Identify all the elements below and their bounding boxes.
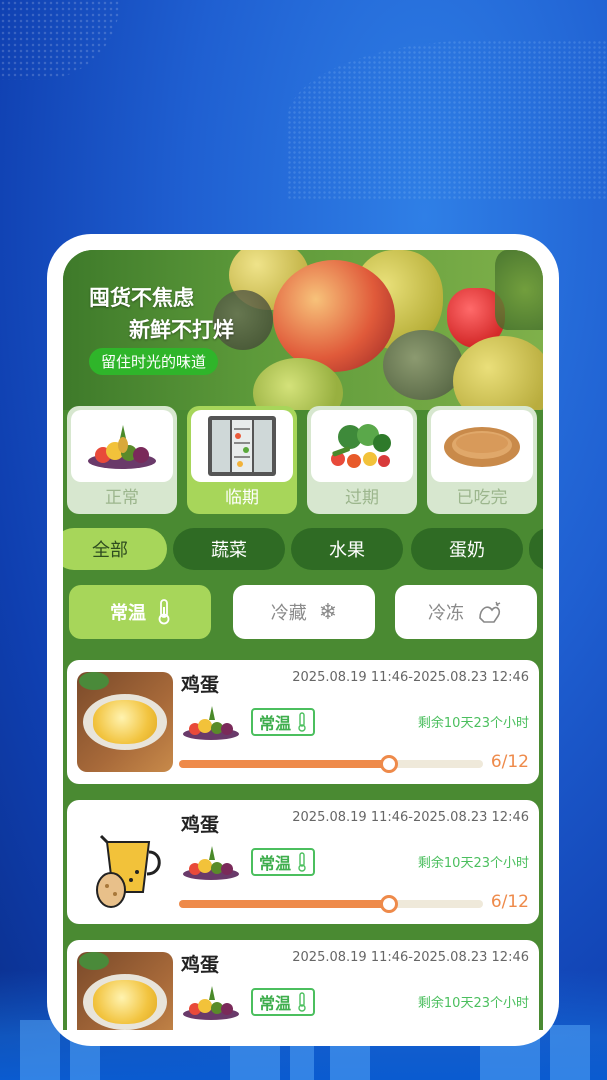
hero-title-line2: 新鲜不打烊 <box>129 318 234 342</box>
food-item-card[interactable]: 鸡蛋 2025.08.19 11:46-2025.08.23 12:46 常温 … <box>67 800 539 924</box>
temp-label: 冷冻 <box>428 603 464 624</box>
item-date-range: 2025.08.19 11:46-2025.08.23 12:46 <box>292 950 529 965</box>
freshness-progress[interactable] <box>179 895 483 913</box>
filter-fruits[interactable]: 水果 <box>291 528 403 570</box>
egg-dish-photo <box>77 952 173 1030</box>
item-date-range: 2025.08.19 11:46-2025.08.23 12:46 <box>292 670 529 685</box>
progress-fill <box>179 760 389 768</box>
filter-all[interactable]: 全部 <box>63 528 167 570</box>
filter-eggs-dairy[interactable]: 蛋奶 <box>411 528 523 570</box>
freeze-icon <box>479 601 501 623</box>
fruit-basket-icon <box>71 410 173 482</box>
thermometer-icon <box>298 712 306 732</box>
progress-fill <box>179 900 389 908</box>
category-label: 过期 <box>345 488 379 508</box>
progress-knob[interactable] <box>379 755 398 773</box>
milk-egg-icon <box>77 812 173 912</box>
hero-title-line1: 囤货不焦虑 <box>89 286 194 310</box>
pineapple-leaves-image <box>495 250 543 330</box>
item-name: 鸡蛋 <box>181 954 220 976</box>
status-categories: 正常 临期 过期 已吃完 <box>63 406 543 516</box>
category-expiring[interactable]: 临期 <box>187 406 297 514</box>
category-normal[interactable]: 正常 <box>67 406 177 514</box>
fruit-basket-icon <box>183 986 239 1020</box>
pear-image <box>453 336 543 410</box>
vegetables-icon <box>311 410 413 482</box>
thermometer-icon <box>158 599 170 625</box>
empty-plate-icon <box>431 410 533 482</box>
category-label: 临期 <box>225 488 259 508</box>
storage-label: 常温 <box>259 994 292 1013</box>
storage-badge: 常温 <box>251 848 316 876</box>
food-item-card[interactable]: 鸡蛋 2025.08.19 11:46-2025.08.23 12:46 常温 … <box>67 940 539 1030</box>
category-finished[interactable]: 已吃完 <box>427 406 537 514</box>
item-name: 鸡蛋 <box>181 674 220 696</box>
thermometer-icon <box>298 992 306 1012</box>
storage-label: 常温 <box>259 714 292 733</box>
category-label: 正常 <box>105 488 139 508</box>
food-item-card[interactable]: 鸡蛋 2025.08.19 11:46-2025.08.23 12:46 常温 … <box>67 660 539 784</box>
app-screen: 囤货不焦虑 新鲜不打烊 留住时光的味道 正常 临期 过期 已吃完 全部 蔬菜 水… <box>63 250 543 1030</box>
filter-more[interactable] <box>529 528 543 570</box>
thermometer-icon <box>298 852 306 872</box>
freshness-progress[interactable] <box>179 755 483 773</box>
progress-knob[interactable] <box>379 895 398 913</box>
storage-temperature-tabs: 常温 冷藏 ❄ 冷冻 <box>63 585 543 641</box>
progress-text: 6/12 <box>490 892 529 912</box>
item-date-range: 2025.08.19 11:46-2025.08.23 12:46 <box>292 810 529 825</box>
egg-dish-photo <box>77 672 173 772</box>
storage-badge: 常温 <box>251 708 316 736</box>
fruit-basket-icon <box>183 706 239 740</box>
food-type-filters: 全部 蔬菜 水果 蛋奶 <box>63 528 543 572</box>
snowflake-icon: ❄ <box>318 599 338 625</box>
temp-label: 常温 <box>110 603 146 624</box>
apple-image <box>273 260 395 372</box>
hero-banner: 囤货不焦虑 新鲜不打烊 留住时光的味道 <box>63 250 543 410</box>
phone-frame: 囤货不焦虑 新鲜不打烊 留住时光的味道 正常 临期 过期 已吃完 全部 蔬菜 水… <box>47 234 559 1046</box>
background-dots <box>0 0 120 80</box>
item-remaining-time: 剩余10天23个小时 <box>417 996 529 1011</box>
item-name: 鸡蛋 <box>181 814 220 836</box>
item-remaining-time: 剩余10天23个小时 <box>417 716 529 731</box>
temp-refrigerated[interactable]: 冷藏 ❄ <box>233 585 375 639</box>
temp-frozen[interactable]: 冷冻 <box>395 585 537 639</box>
grapes-image <box>383 330 463 400</box>
category-label: 已吃完 <box>456 488 508 508</box>
hero-tagline: 留住时光的味道 <box>89 348 219 375</box>
storage-badge: 常温 <box>251 988 316 1016</box>
progress-text: 6/12 <box>490 752 529 772</box>
category-expired[interactable]: 过期 <box>307 406 417 514</box>
refrigerator-icon <box>191 410 293 482</box>
filter-vegetables[interactable]: 蔬菜 <box>173 528 285 570</box>
background-wave <box>287 40 607 200</box>
fruit-basket-icon <box>183 846 239 880</box>
temp-label: 冷藏 <box>270 603 307 624</box>
item-remaining-time: 剩余10天23个小时 <box>417 856 529 871</box>
temp-room[interactable]: 常温 <box>69 585 211 639</box>
storage-label: 常温 <box>259 854 292 873</box>
